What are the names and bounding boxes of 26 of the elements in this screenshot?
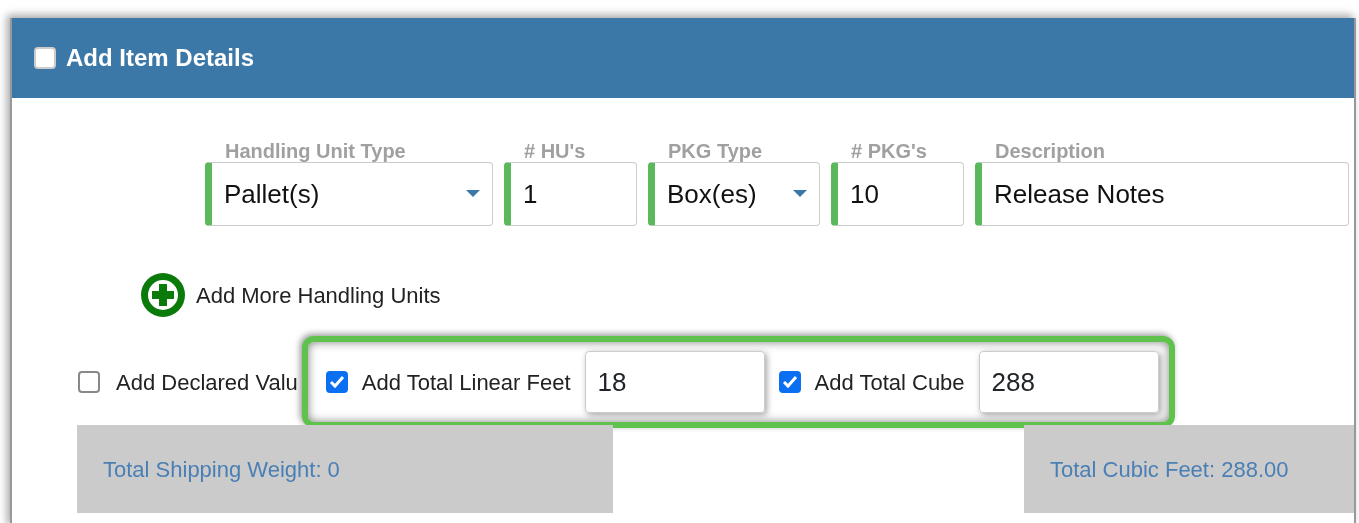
caret-icon bbox=[466, 190, 480, 198]
field-label: # PKG's bbox=[850, 140, 928, 162]
total-text: Total Cubic Feet: 288.00 bbox=[1050, 455, 1289, 484]
checkbox[interactable] bbox=[78, 371, 100, 393]
add-more-link[interactable]: Add More Handling Units bbox=[196, 278, 441, 312]
checkbox-label: Add Declared Valu bbox=[116, 368, 298, 397]
checkbox[interactable] bbox=[778, 371, 801, 393]
checkbox-label: Add Total Cube bbox=[814, 368, 965, 397]
checkbox[interactable] bbox=[34, 47, 56, 69]
input-field[interactable]: 288 bbox=[978, 351, 1159, 413]
dropdown[interactable]: Box(es) bbox=[648, 162, 820, 226]
input-field[interactable]: Release Notes bbox=[975, 162, 1349, 226]
field-label: Handling Unit Type bbox=[224, 140, 407, 162]
input-field[interactable]: 18 bbox=[584, 351, 765, 413]
panel-title: Add Item Details bbox=[66, 43, 255, 73]
add-icon[interactable] bbox=[140, 272, 186, 318]
field-label: Description bbox=[994, 140, 1107, 162]
checkbox[interactable] bbox=[325, 371, 348, 393]
caret-icon bbox=[793, 190, 807, 198]
dropdown[interactable]: Pallet(s) bbox=[205, 162, 493, 226]
checkbox-label: Add Total Linear Feet bbox=[361, 368, 571, 397]
input-field[interactable]: 1 bbox=[504, 162, 637, 226]
field-label: # HU's bbox=[523, 140, 587, 162]
field-label: PKG Type bbox=[667, 140, 764, 162]
input-field[interactable]: 10 bbox=[831, 162, 964, 226]
total-text: Total Shipping Weight: 0 bbox=[103, 455, 340, 484]
